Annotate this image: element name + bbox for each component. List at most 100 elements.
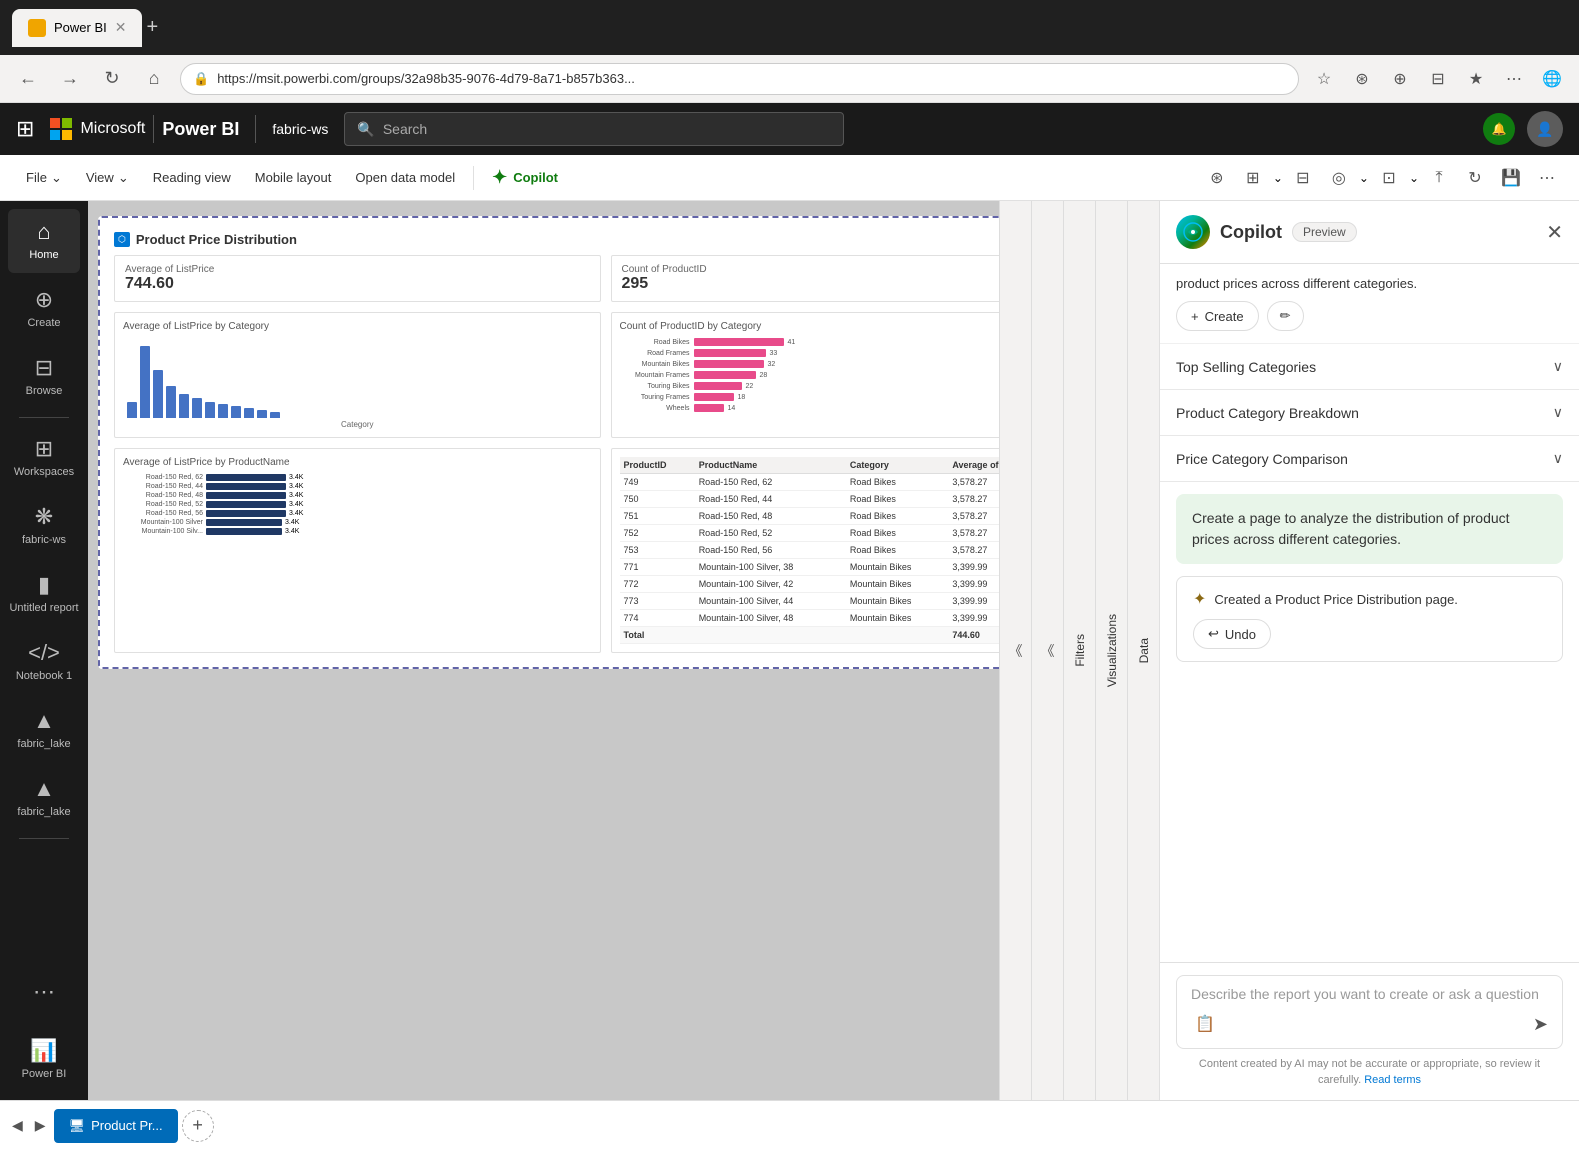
panel-toggles: 《 《 Filters Visualizations Data (999, 201, 1159, 1100)
accordion-header-top-selling[interactable]: Top Selling Categories ∨ (1160, 344, 1579, 389)
bottom-bar-label-3: Road-150 Red, 52 (123, 501, 203, 508)
horiz-bar-fill-4 (694, 382, 742, 390)
next-page-btn[interactable]: ▶ (31, 1113, 50, 1138)
new-tab-button[interactable]: + (146, 16, 158, 39)
sidebar-item-fabric-lake1[interactable]: ▲ fabric_lake (8, 698, 80, 762)
accordion-header-product-breakdown[interactable]: Product Category Breakdown ∨ (1160, 390, 1579, 435)
sidebar-item-more[interactable]: ⋯ (8, 960, 80, 1024)
bottom-section: Average of ListPrice by ProductName Road… (114, 448, 1097, 653)
view-menu-button[interactable]: View ⌄ (76, 162, 139, 194)
apps-icon[interactable]: ⊞ (16, 116, 34, 142)
binoculars-icon[interactable]: ⊛ (1201, 162, 1233, 194)
refresh-icon[interactable]: ↻ (1459, 162, 1491, 194)
sidebar-item-workspaces[interactable]: ⊞ Workspaces (8, 426, 80, 490)
back-button[interactable]: ← (12, 63, 44, 95)
undo-button[interactable]: ↩ Undo (1193, 619, 1271, 649)
tab-close-btn[interactable]: ✕ (115, 19, 127, 36)
sensitivity-icon[interactable]: ⊡ (1373, 162, 1405, 194)
sidebar-item-notebook[interactable]: </> Notebook 1 (8, 630, 80, 694)
prev-page-btn[interactable]: ◀ (8, 1113, 27, 1138)
collections-icon[interactable]: ⊛ (1347, 64, 1377, 94)
add-page-button[interactable]: + (182, 1110, 214, 1142)
bottom-bar-label-4: Road-150 Red, 56 (123, 510, 203, 517)
collapse-icon-2: 《 (1041, 641, 1055, 661)
report-content: ⬡ Product Price Distribution Category Al… (106, 224, 1105, 661)
extensions-icon[interactable]: ⊕ (1385, 64, 1415, 94)
copilot-toolbar-button[interactable]: ✦ Copilot (482, 163, 568, 192)
reading-view-button[interactable]: Reading view (143, 162, 241, 194)
data-toggle[interactable]: Data (1127, 201, 1159, 1100)
collapse-btn-left[interactable]: 《 (999, 201, 1031, 1100)
bar-item (127, 402, 137, 418)
copilot-sparkle-icon: ✦ (492, 167, 507, 188)
copilot-disclaimer: Content created by AI may not be accurat… (1176, 1057, 1563, 1088)
lake1-label: fabric_lake (17, 738, 70, 751)
favorites-bar-icon[interactable]: ★ (1461, 64, 1491, 94)
edge-icon[interactable]: 🌐 (1537, 64, 1567, 94)
main-layout: ⌂ Home ⊕ Create ⊟ Browse ⊞ Workspaces ❋ … (0, 201, 1579, 1100)
sidebar-item-untitled-report[interactable]: ▮ Untitled report (8, 562, 80, 626)
split-view-icon[interactable]: ⊟ (1423, 64, 1453, 94)
user-avatar[interactable]: 👤 (1527, 111, 1563, 147)
home-label: Home (29, 249, 58, 262)
vertical-bar-chart (123, 338, 592, 418)
favorites-icon[interactable]: ☆ (1309, 64, 1339, 94)
bar-item (205, 402, 215, 418)
toolbar-dropdown-2: ⌄ (1359, 171, 1369, 185)
file-menu-button[interactable]: File ⌄ (16, 162, 72, 194)
active-tab[interactable]: Power BI ✕ (12, 9, 142, 47)
bar-item (231, 406, 241, 418)
notification-avatar[interactable]: 🔔 (1483, 113, 1515, 145)
copilot-input-area: Describe the report you want to create o… (1160, 962, 1579, 1100)
bottom-bar-fill-4 (206, 510, 286, 517)
avg-listprice-chart: Average of ListPrice by Category (114, 312, 601, 438)
copilot-input-box[interactable]: Describe the report you want to create o… (1176, 975, 1563, 1049)
publish-icon[interactable]: ⤒ (1423, 162, 1455, 194)
sidebar-item-home[interactable]: ⌂ Home (8, 209, 80, 273)
more-tools-icon[interactable]: ⋯ (1499, 64, 1529, 94)
forward-button[interactable]: → (54, 63, 86, 95)
read-terms-link[interactable]: Read terms (1364, 1074, 1421, 1086)
accordion-top-selling: Top Selling Categories ∨ (1160, 344, 1579, 390)
bottom-bar-val-1: 3.4K (289, 483, 303, 490)
page-tab-product[interactable]: 🖥 Product Pr... (54, 1109, 178, 1143)
open-data-model-button[interactable]: Open data model (345, 162, 465, 194)
filters-toggle[interactable]: Filters (1063, 201, 1095, 1100)
sidebar-item-fabric-ws[interactable]: ❋ fabric-ws (8, 494, 80, 558)
tab-icon (28, 19, 46, 37)
bottom-bar-row-4: Road-150 Red, 56 3.4K (123, 510, 592, 517)
horiz-value-4: 22 (746, 383, 754, 390)
save-icon[interactable]: 💾 (1495, 162, 1527, 194)
collapse-btn-center[interactable]: 《 (1031, 201, 1063, 1100)
url-bar[interactable]: 🔒 https://msit.powerbi.com/groups/32a98b… (180, 63, 1299, 95)
browse-label: Browse (26, 385, 63, 398)
home-button[interactable]: ⌂ (138, 63, 170, 95)
plus-icon: + (1191, 309, 1199, 324)
lock-icon: 🔒 (193, 71, 209, 87)
mobile-layout-button[interactable]: Mobile layout (245, 162, 342, 194)
sidebar-item-fabric-lake2[interactable]: ▲ fabric_lake (8, 766, 80, 830)
table-icon[interactable]: ⊞ (1237, 162, 1269, 194)
bottom-bar-row-1: Road-150 Red, 44 3.4K (123, 483, 592, 490)
search-bar[interactable]: 🔍 Search (344, 112, 844, 146)
mobile-layout-label: Mobile layout (255, 170, 332, 185)
bottom-bar-label-5: Mountain-100 Silver (123, 519, 203, 526)
create-suggestion-button[interactable]: + Create (1176, 301, 1259, 331)
notification-icon: 🔔 (1492, 122, 1507, 136)
clipboard-icon-btn[interactable]: 📋 (1191, 1010, 1219, 1038)
sidebar-item-powerbi[interactable]: 📊 Power BI (8, 1028, 80, 1092)
send-button[interactable]: ➤ (1533, 1014, 1548, 1035)
visualizations-toggle[interactable]: Visualizations (1095, 201, 1127, 1100)
shapes-icon[interactable]: ◎ (1323, 162, 1355, 194)
sidebar-item-create[interactable]: ⊕ Create (8, 277, 80, 341)
edit-suggestion-button[interactable]: ✏ (1267, 301, 1304, 331)
bottom-bar-val-4: 3.4K (289, 510, 303, 517)
accordion-header-price-comparison[interactable]: Price Category Comparison ∨ (1160, 436, 1579, 481)
format-icon[interactable]: ⊟ (1287, 162, 1319, 194)
sidebar-item-browse[interactable]: ⊟ Browse (8, 345, 80, 409)
copilot-close-button[interactable]: ✕ (1546, 220, 1563, 245)
bottom-bar-fill-5 (206, 519, 282, 526)
more-options-icon[interactable]: ⋯ (1531, 162, 1563, 194)
refresh-button[interactable]: ↻ (96, 63, 128, 95)
fabric-ws-label: fabric-ws (22, 534, 66, 547)
